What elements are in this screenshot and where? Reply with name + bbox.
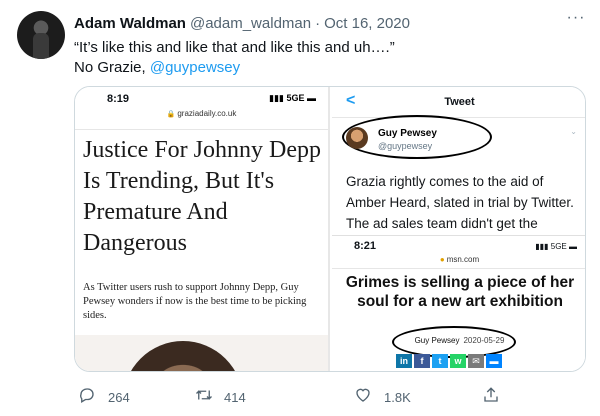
heart-icon — [354, 386, 372, 408]
header-separator: · — [315, 14, 321, 32]
media-right-screenshot[interactable]: < Tweet Guy Pewsey @guypewsey ⌄ Grazia r… — [332, 87, 585, 371]
byline-name: Guy Pewsey — [414, 336, 460, 345]
tweet-actions: 264 414 1.8K — [74, 382, 586, 406]
tweet-text-prefix: No Grazie, — [74, 59, 150, 76]
share-icon — [482, 386, 500, 408]
author-handle[interactable]: @adam_waldman — [190, 15, 311, 32]
linkedin-icon: in — [396, 354, 412, 368]
email-icon: ✉ — [468, 354, 484, 368]
share-button[interactable] — [482, 386, 500, 408]
tweet[interactable]: Adam Waldman @adam_waldman · Oct 16, 202… — [0, 0, 600, 416]
tweet-header: Adam Waldman @adam_waldman · Oct 16, 202… — [74, 14, 410, 32]
signal-battery-icon: ▮▮▮ 5GE ▬ — [269, 93, 316, 103]
status-time: 8:19 — [107, 93, 130, 105]
divider — [75, 129, 328, 130]
quoted-user-avatar — [346, 127, 368, 149]
inset-byline: Guy Pewsey 2020-05-29 — [332, 336, 585, 345]
author-name[interactable]: Adam Waldman — [74, 15, 186, 32]
chevron-down-icon: ⌄ — [570, 127, 577, 136]
messenger-icon: ▬ — [486, 354, 502, 368]
quoted-user-name: Guy Pewsey — [378, 128, 437, 139]
tweet-date[interactable]: Oct 16, 2020 — [324, 15, 410, 32]
mention-link[interactable]: @guypewsey — [150, 59, 240, 76]
twitter-icon: t — [432, 354, 448, 368]
byline-date: 2020-05-29 — [463, 336, 505, 345]
article-headline: Justice For Johnny Depp Is Trending, But… — [83, 137, 321, 256]
tweet-text: “It’s like this and like that and like t… — [74, 38, 395, 78]
photo-subject — [123, 341, 243, 371]
whatsapp-icon: w — [450, 354, 466, 368]
reply-count: 264 — [108, 389, 130, 405]
lock-icon: 🔒 — [166, 111, 176, 118]
facebook-icon: f — [414, 354, 430, 368]
quoted-user-handle: @guypewsey — [378, 141, 433, 151]
inset-screenshot: 8:21 ▮▮▮ 5GE ▬ ● msn.com Grimes is sellin… — [332, 235, 585, 371]
quoted-tweet-text: Grazia rightly comes to the aid of Amber… — [346, 174, 574, 231]
browser-url: msn.com — [446, 255, 480, 264]
retweet-count: 414 — [224, 389, 246, 405]
lock-icon: ● — [439, 255, 445, 264]
article-photo — [75, 335, 328, 371]
avatar-figure — [33, 33, 49, 59]
tweet-media[interactable]: 8:19 ▮▮▮ 5GE ▬ 🔒 graziadaily.co.uk Justic… — [74, 86, 586, 372]
browser-url: graziadaily.co.uk — [177, 109, 237, 118]
browser-url-bar: ● msn.com — [332, 255, 585, 264]
author-avatar[interactable] — [17, 11, 65, 59]
reply-icon — [78, 386, 96, 408]
inset-headline: Grimes is selling a piece of her soul fo… — [345, 274, 575, 310]
tweet-text-line-1: “It’s like this and like that and like t… — [74, 39, 395, 56]
article-standfirst: As Twitter users rush to support Johnny … — [83, 282, 307, 321]
divider — [332, 268, 585, 269]
twitter-nav-bar: < Tweet — [332, 87, 585, 117]
like-count: 1.8K — [384, 389, 411, 405]
reply-button[interactable]: 264 — [78, 386, 130, 408]
signal-battery-icon: ▮▮▮ 5GE ▬ — [535, 242, 577, 251]
tweet-text-line-2: No Grazie, @guypewsey — [74, 58, 395, 78]
like-button[interactable]: 1.8K — [354, 386, 411, 408]
share-buttons: in f t w ✉ ▬ — [396, 354, 502, 368]
status-time: 8:21 — [354, 240, 377, 252]
nav-title: Tweet — [444, 96, 475, 108]
media-left-screenshot[interactable]: 8:19 ▮▮▮ 5GE ▬ 🔒 graziadaily.co.uk Justic… — [75, 87, 330, 371]
retweet-icon — [194, 386, 212, 408]
more-horizontal-icon[interactable]: ··· — [566, 10, 586, 32]
phone-status-bar: 8:19 ▮▮▮ 5GE ▬ — [75, 87, 328, 109]
browser-url-bar: 🔒 graziadaily.co.uk — [75, 109, 328, 125]
retweet-button[interactable]: 414 — [194, 386, 246, 408]
